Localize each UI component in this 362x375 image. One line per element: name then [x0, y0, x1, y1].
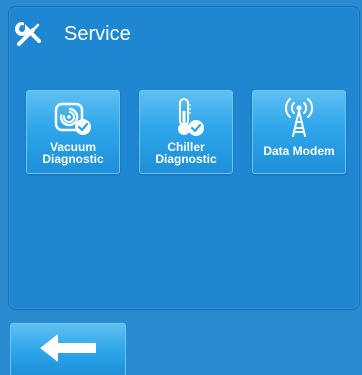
- tools-icon: [14, 19, 44, 49]
- page-title: Service: [64, 22, 131, 45]
- thermometer-icon: [163, 95, 209, 141]
- header: Service: [14, 14, 131, 54]
- vacuum-diagnostic-button[interactable]: Vacuum Diagnostic: [26, 90, 120, 174]
- chiller-diagnostic-button[interactable]: Chiller Diagnostic: [139, 90, 233, 174]
- vacuum-icon: [50, 95, 96, 141]
- back-arrow-icon: [36, 331, 100, 370]
- modem-label: Data Modem: [263, 144, 335, 158]
- data-modem-button[interactable]: Data Modem: [252, 90, 346, 174]
- antenna-icon: [276, 95, 322, 141]
- chiller-label-line2: Diagnostic: [155, 152, 217, 166]
- service-screen: Service Vacuum Diagnostic Chiller Diagno…: [0, 0, 362, 375]
- vacuum-label-line2: Diagnostic: [42, 152, 104, 166]
- back-button[interactable]: [10, 323, 126, 375]
